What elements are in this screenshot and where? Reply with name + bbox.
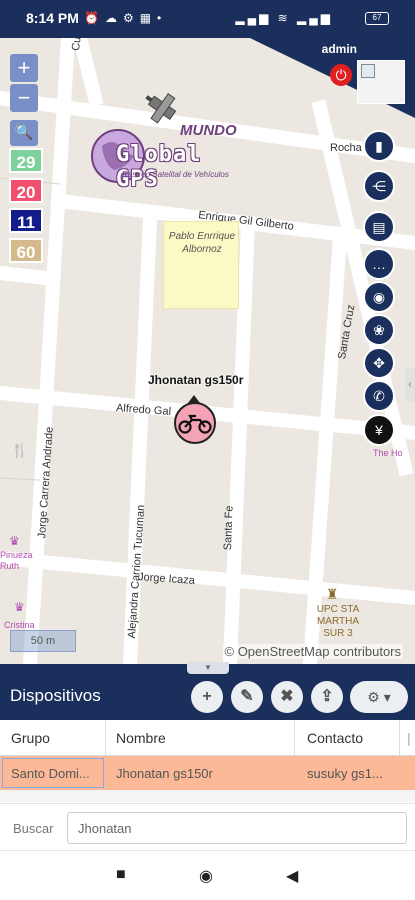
map-layers-button[interactable]: ▮ (363, 130, 395, 162)
battery-icon: 67 (365, 12, 389, 25)
whatsapp-button[interactable]: ✆ (363, 380, 395, 412)
android-nav-bar: ■ ◉ ◀ (0, 852, 415, 900)
pet-tracker-button[interactable]: ❀ (363, 314, 395, 346)
pencil-icon: ✎ (240, 688, 254, 705)
chat-icon: … (372, 256, 386, 272)
cell-grupo: Santo Domi... (11, 766, 90, 781)
report-button[interactable]: ▤ (363, 211, 395, 243)
admin-username: admin (321, 42, 357, 56)
shop-icon: ♛ (9, 534, 20, 548)
park-label: Pablo Enrrique Albornoz (168, 231, 236, 255)
count-value: 29 (16, 153, 36, 172)
mundo-global-gps-logo: MUNDO Global GPS Rastreo Satelital de Ve… (88, 84, 248, 192)
upload-icon: ⇪ (320, 688, 334, 705)
logo-global-text: Global GPS (116, 142, 202, 192)
poi-label-the-ho: The Ho (373, 448, 403, 458)
horizontal-scrollbar[interactable] (0, 790, 415, 802)
status-count-badge[interactable]: 11 (9, 208, 43, 233)
avatar-image-icon (361, 64, 375, 78)
column-header-nombre[interactable]: Nombre (116, 730, 166, 746)
delete-device-button[interactable]: ✖ (271, 681, 303, 713)
devices-title: Dispositivos (10, 686, 101, 705)
signal-icons: ▂▄▆ ≋ ▂▄▆ (235, 11, 333, 25)
edit-device-button[interactable]: ✎ (231, 681, 263, 713)
gear-icon: ⚙ (367, 689, 380, 705)
zoom-in-button[interactable]: + (10, 54, 38, 82)
map-search-button[interactable]: 🔍 (10, 120, 38, 146)
status-count-badge[interactable]: 29 (9, 148, 43, 173)
map-view[interactable]: Cuidad Rocha Enrique Gil Gilberto Santa … (0, 38, 415, 664)
chevron-down-icon: ▾ (383, 689, 391, 705)
street-label: Santa Fe (222, 505, 236, 551)
crosshair-icon: ✥ (373, 355, 385, 371)
search-label: Buscar (13, 821, 54, 836)
street-label: Rocha (330, 142, 362, 154)
collapse-panel-tab[interactable]: ▼ (187, 662, 229, 674)
target-icon: ◉ (372, 289, 386, 305)
motorcycle-icon (178, 414, 212, 434)
vehicle-marker[interactable] (174, 402, 216, 444)
paw-icon: ❀ (373, 322, 385, 338)
column-header-grupo[interactable]: Grupo (11, 730, 50, 746)
zoom-out-button[interactable]: − (10, 84, 38, 112)
map-scale: 50 m (10, 630, 76, 652)
status-time: 8:14 PM (26, 10, 79, 26)
logout-power-button[interactable]: ⏻ (330, 64, 352, 86)
cell-nombre: Jhonatan gs150r (116, 766, 213, 781)
vehicle-label: Jhonatan gs150r (148, 373, 244, 387)
share-icon: ⋲ (372, 178, 386, 194)
back-button[interactable]: ◀ (286, 866, 298, 886)
recents-button[interactable]: ■ (116, 866, 126, 884)
poi-label-cristina: Cristina (4, 620, 35, 630)
map-icon: ▮ (375, 138, 383, 154)
count-value: 20 (16, 183, 36, 202)
locate-button[interactable]: ✥ (363, 347, 395, 379)
avatar[interactable] (357, 60, 405, 104)
column-header-contacto[interactable]: Contacto (307, 730, 363, 746)
gauge-button[interactable]: ¥ (363, 414, 395, 446)
side-panel-handle[interactable]: ‹ (405, 368, 415, 402)
map-attribution[interactable]: © OpenStreetMap contributors (222, 644, 403, 659)
search-input[interactable] (67, 812, 407, 844)
table-row[interactable]: Santo Domi... Jhonatan gs150r susuky gs1… (0, 756, 415, 790)
notification-icons: ⏰☁⚙▦• (84, 11, 168, 25)
poi-label-pinueza: Pinueza Ruth (0, 550, 33, 571)
count-value: 11 (17, 213, 35, 232)
count-value: 60 (16, 243, 36, 262)
share-button[interactable]: ⋲ (363, 170, 395, 202)
add-device-button[interactable]: + (191, 681, 223, 713)
status-bar: 8:14 PM ⏰☁⚙▦• ▂▄▆ ≋ ▂▄▆ 67 (0, 0, 415, 38)
poi-label-upc: UPC STA MARTHA SUR 3 (316, 604, 360, 639)
column-header-overflow: | (407, 730, 411, 746)
upc-police-icon: ♜ (326, 586, 339, 602)
cell-contacto: susuky gs1... (307, 766, 383, 781)
gauge-icon: ¥ (375, 422, 383, 438)
document-icon: ▤ (372, 219, 386, 235)
plus-icon: + (202, 688, 212, 705)
restaurant-icon: 🍴 (11, 442, 29, 458)
search-bar: Buscar (0, 803, 415, 851)
logo-mundo-text: MUNDO (180, 122, 237, 139)
logo-subtitle: Rastreo Satelital de Vehículos (122, 170, 229, 179)
messages-button[interactable]: … (363, 248, 395, 280)
close-icon: ✖ (280, 688, 294, 705)
home-button[interactable]: ◉ (199, 866, 213, 886)
status-count-badge[interactable]: 20 (9, 178, 43, 203)
park-area: Pablo Enrrique Albornoz (163, 221, 239, 309)
settings-dropdown-button[interactable]: ⚙ ▾ (350, 681, 408, 713)
record-button[interactable]: ◉ (363, 281, 395, 313)
table-header: Grupo Nombre Contacto | (0, 720, 415, 756)
whatsapp-icon: ✆ (373, 388, 385, 404)
shop-icon: ♛ (14, 600, 25, 614)
status-count-badge[interactable]: 60 (9, 238, 43, 263)
upload-button[interactable]: ⇪ (311, 681, 343, 713)
